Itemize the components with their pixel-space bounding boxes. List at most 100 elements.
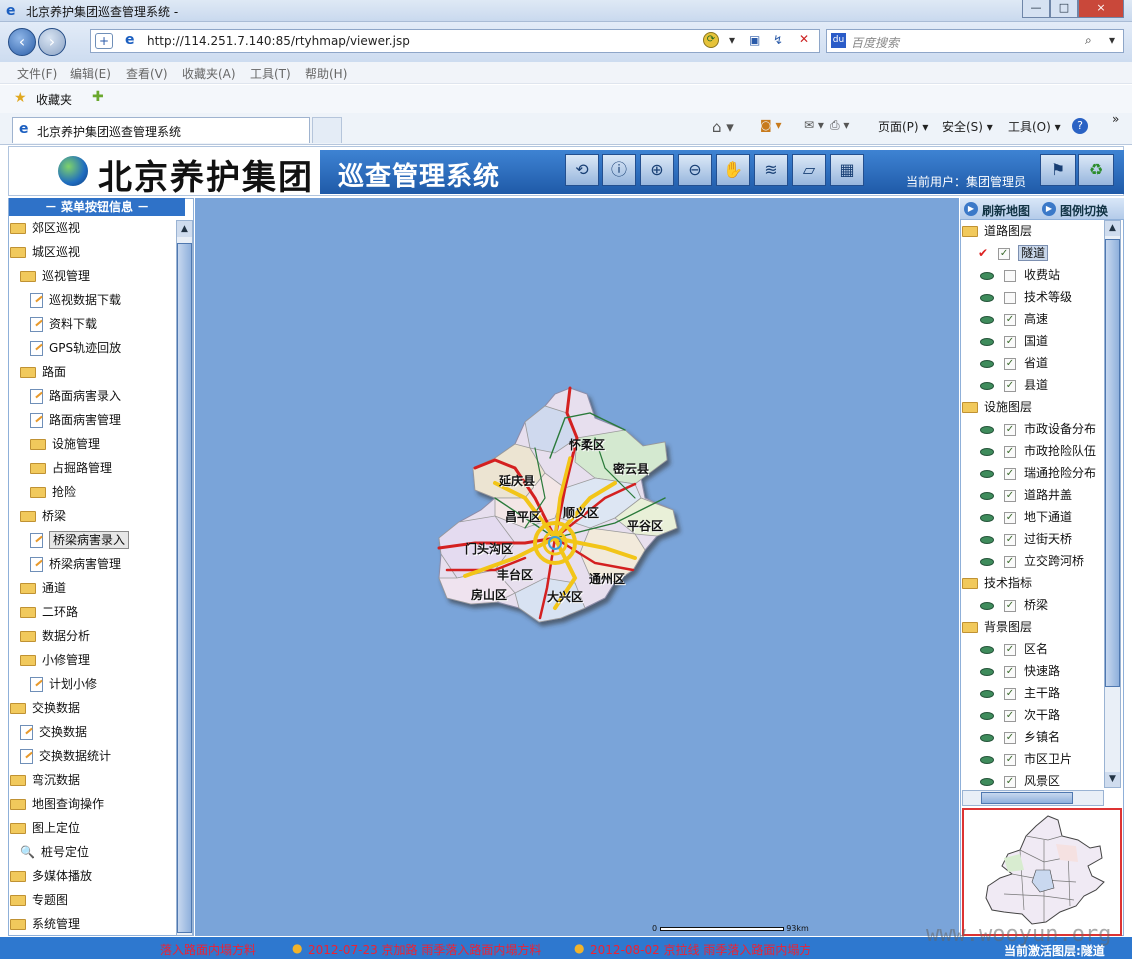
forward-arrow-icon[interactable]: › (38, 28, 66, 56)
layer-eye-icon[interactable] (980, 447, 994, 456)
layer-eye-icon[interactable] (980, 733, 994, 742)
layer-row[interactable]: ✓ 市区卫片 (976, 750, 1072, 767)
refresh-map-button[interactable]: 刷新地图 (982, 202, 1030, 219)
layer-row[interactable]: ✓ 地下通道 (976, 508, 1072, 525)
grid-icon[interactable]: ▦ (830, 154, 864, 186)
menu-favorites[interactable]: 收藏夹(A) (182, 65, 236, 82)
map-view[interactable]: 怀柔区 密云县 延庆县 昌平区 顺义区 平谷区 门头沟区 丰台区 通州区 房山区… (195, 198, 959, 936)
compat-view-icon[interactable]: ▣ (749, 33, 760, 47)
menu-item-24[interactable]: 地图查询操作 (10, 795, 104, 812)
add-tab-icon[interactable]: + (95, 33, 113, 49)
layer-row[interactable]: ✓ 市政设备分布 (976, 420, 1096, 437)
menu-file[interactable]: 文件(F) (17, 65, 57, 82)
menu-item-17[interactable]: 数据分析 (20, 627, 90, 644)
menu-item-2[interactable]: 巡视管理 (20, 267, 90, 284)
layer-row[interactable]: ✓ 主干路 (976, 684, 1060, 701)
menu-item-15[interactable]: 通道 (20, 579, 66, 596)
compat-icon[interactable]: ⟳ (703, 32, 719, 48)
menu-item-26[interactable]: 🔍 桩号定位 (20, 843, 89, 860)
favorites-label[interactable]: 收藏夹 (36, 91, 72, 108)
left-scroll-thumb[interactable] (177, 243, 192, 933)
layer-row[interactable]: ✓ 国道 (976, 332, 1048, 349)
tab-active[interactable]: e 北京养护集团巡查管理系统 (12, 117, 310, 143)
layer-eye-icon[interactable] (980, 645, 994, 654)
layer-eye-icon[interactable] (980, 315, 994, 324)
layer-eye-icon[interactable] (980, 293, 994, 302)
layer-eye-icon[interactable] (980, 711, 994, 720)
stop-icon[interactable]: ✕ (799, 32, 809, 46)
layer-checkbox[interactable]: ✓ (1004, 533, 1016, 546)
menu-item-0[interactable]: 郊区巡视 (10, 219, 80, 236)
layer-checkbox[interactable]: ✓ (1004, 709, 1016, 722)
layer-checkbox[interactable]: ✓ (1004, 423, 1016, 436)
layer-row[interactable]: ✓ 区名 (976, 640, 1048, 657)
layer-row[interactable]: ✓ 次干路 (976, 706, 1060, 723)
layer-checkbox[interactable]: ✓ (1004, 599, 1016, 612)
menu-item-18[interactable]: 小修管理 (20, 651, 90, 668)
zoom-out-icon[interactable]: ⊖ (678, 154, 712, 186)
scroll-up-icon[interactable]: ▲ (1105, 221, 1120, 236)
menu-help[interactable]: 帮助(H) (305, 65, 347, 82)
search-icon[interactable]: ⌕ (1085, 33, 1092, 48)
layer-eye-icon[interactable] (980, 777, 994, 786)
layer-checkbox[interactable]: ✓ (1004, 357, 1016, 370)
layer-checkbox[interactable]: ✓ (1004, 379, 1016, 392)
menu-item-27[interactable]: 多媒体播放 (10, 867, 92, 884)
news-item[interactable]: 落入路面内塌方料 (160, 941, 256, 958)
menu-item-11[interactable]: 抢险 (30, 483, 76, 500)
new-tab-button[interactable] (312, 117, 342, 143)
news-item[interactable]: 2012-07-23 京加路 雨季落入路面内塌方料 (308, 941, 541, 958)
layer-eye-icon[interactable] (980, 381, 994, 390)
menu-item-21[interactable]: 交换数据 (20, 723, 87, 740)
menu-item-4[interactable]: 资料下载 (30, 315, 97, 332)
right-scrollbar[interactable]: ▲ ▼ (1104, 220, 1121, 788)
close-window-button[interactable]: × (1078, 0, 1124, 18)
layer-row[interactable]: ✓ 立交跨河桥 (976, 552, 1084, 569)
layer-row[interactable]: ✓ 道路井盖 (976, 486, 1072, 503)
menu-item-29[interactable]: 系统管理 (10, 915, 80, 932)
active-check-icon[interactable]: ✔ (978, 246, 988, 260)
layer-eye-icon[interactable] (980, 359, 994, 368)
map-svg[interactable] (195, 198, 959, 936)
help-icon[interactable]: ? (1072, 118, 1088, 134)
layer-row[interactable]: ✓ 风景区 (976, 772, 1060, 789)
layer-group[interactable]: 道路图层 (962, 222, 1032, 239)
menu-item-5[interactable]: GPS轨迹回放 (30, 339, 121, 356)
layer-row[interactable]: ✓ 市政抢险队伍 (976, 442, 1096, 459)
refresh-page-icon[interactable]: ↯ (773, 33, 783, 47)
refresh-map-icon[interactable]: ▶ (964, 202, 978, 216)
layer-eye-icon[interactable] (980, 557, 994, 566)
favorites-star-icon[interactable]: ★ (14, 90, 27, 106)
menu-item-19[interactable]: 计划小修 (30, 675, 97, 692)
url-text[interactable]: http://114.251.7.140:85/rtyhmap/viewer.j… (147, 34, 410, 48)
menu-item-7[interactable]: 路面病害录入 (30, 387, 121, 404)
layer-eye-icon[interactable] (980, 689, 994, 698)
layer-checkbox[interactable]: ✓ (1004, 511, 1016, 524)
layer-checkbox[interactable]: ✓ (1004, 445, 1016, 458)
left-scrollbar[interactable]: ▲ (176, 220, 193, 936)
news-item[interactable]: 2012-08-02 京拉线 雨季落入路面内塌方料 (590, 941, 810, 958)
menu-edit[interactable]: 编辑(E) (70, 65, 111, 82)
layer-checkbox[interactable]: ✓ (1004, 731, 1016, 744)
menu-item-14[interactable]: 桥梁病害管理 (30, 555, 121, 572)
mail-icon[interactable]: ✉ ▾ (804, 118, 824, 132)
pan-hand-icon[interactable]: ✋ (716, 154, 750, 186)
legend-switch-icon[interactable]: ▶ (1042, 202, 1056, 216)
layer-group[interactable]: 设施图层 (962, 398, 1032, 415)
layer-row[interactable]: ✓ 过街天桥 (976, 530, 1072, 547)
layer-row[interactable]: ✓ 省道 (976, 354, 1048, 371)
menu-tools[interactable]: 工具(T) (250, 65, 291, 82)
layer-group[interactable]: 技术指标 (962, 574, 1032, 591)
layer-eye-icon[interactable] (980, 491, 994, 500)
layer-eye-icon[interactable] (980, 271, 994, 280)
menu-item-20[interactable]: 交换数据 (10, 699, 80, 716)
scroll-down-icon[interactable]: ▼ (1105, 772, 1120, 787)
layer-checkbox[interactable]: ✓ (1004, 753, 1016, 766)
menu-item-16[interactable]: 二环路 (20, 603, 78, 620)
menu-item-9[interactable]: 设施管理 (30, 435, 100, 452)
menu-item-12[interactable]: 桥梁 (20, 507, 66, 524)
recycle-icon[interactable]: ♻ (1078, 154, 1114, 186)
layer-row[interactable]: ✓ 瑞通抢险分布 (976, 464, 1096, 481)
right-scroll-thumb[interactable] (1105, 239, 1120, 687)
layer-row[interactable]: 收费站 (976, 266, 1060, 283)
